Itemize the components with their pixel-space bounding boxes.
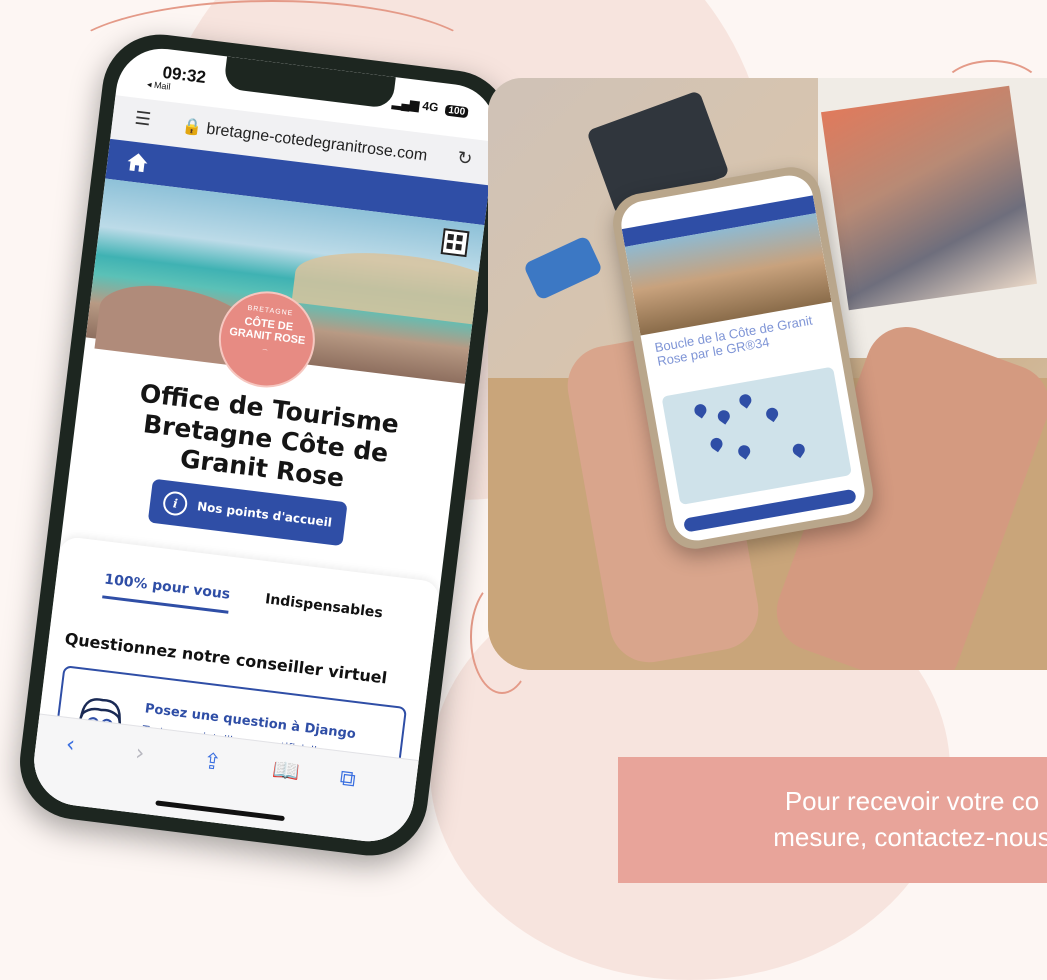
signal-icon: ▂▄▆	[391, 95, 421, 113]
hands-holding-phone-photo: Boucle de la Côte de Granit Rose par le …	[488, 78, 1047, 670]
status-indicators: ▂▄▆ 4G 100	[391, 95, 469, 119]
reader-mode-icon[interactable]: ☰	[134, 108, 152, 131]
banner-line-1: Pour recevoir votre co	[784, 786, 1040, 816]
status-back-app[interactable]: ◂ Mail	[146, 79, 172, 93]
map-pin-icon	[708, 435, 725, 453]
tab-for-you[interactable]: 100% pour vous	[102, 571, 232, 614]
battery-icon: 100	[444, 104, 469, 119]
tab-essentials[interactable]: Indispensables	[264, 591, 383, 621]
back-icon[interactable]: ‹	[64, 732, 76, 758]
bookmarks-icon[interactable]: 📖	[271, 757, 301, 785]
photo-phone-map	[661, 366, 852, 506]
photo-poster	[821, 85, 1037, 311]
map-pin-icon	[763, 405, 781, 423]
home-icon[interactable]	[124, 149, 151, 176]
banner-line-2: mesure, contactez-nous	[773, 822, 1047, 852]
network-type: 4G	[421, 98, 440, 115]
tabs-icon[interactable]: ⧉	[338, 766, 357, 793]
reload-icon[interactable]: ↻	[456, 147, 473, 170]
phone-screen: 09:32 ◂ Mail ▂▄▆ 4G 100 ☰ 🔒 bretagne-cot…	[28, 43, 502, 847]
hero-beach	[291, 242, 502, 329]
home-indicator	[155, 800, 285, 822]
map-pin-icon	[790, 441, 808, 459]
forward-icon[interactable]: ›	[134, 741, 146, 767]
map-pin-icon	[715, 407, 733, 425]
map-pin-icon	[735, 442, 753, 460]
tabs-panel: 100% pour vous Indispensables Questionne…	[28, 535, 441, 847]
banner-text: Pour recevoir votre co mesure, contactez…	[662, 783, 1047, 855]
share-icon[interactable]: ⇪	[201, 749, 222, 776]
map-pin-icon	[692, 401, 709, 419]
map-pin-icon	[737, 391, 754, 409]
qr-code-icon[interactable]	[440, 228, 470, 258]
welcome-points-label: Nos points d'accueil	[196, 499, 333, 530]
photo-blue-object	[522, 235, 604, 301]
info-icon: i	[161, 490, 189, 517]
lock-icon: 🔒	[181, 117, 204, 137]
page-title: Office de Tourisme Bretagne Côte de Gran…	[138, 378, 401, 493]
contact-banner: Pour recevoir votre co mesure, contactez…	[618, 757, 1047, 883]
